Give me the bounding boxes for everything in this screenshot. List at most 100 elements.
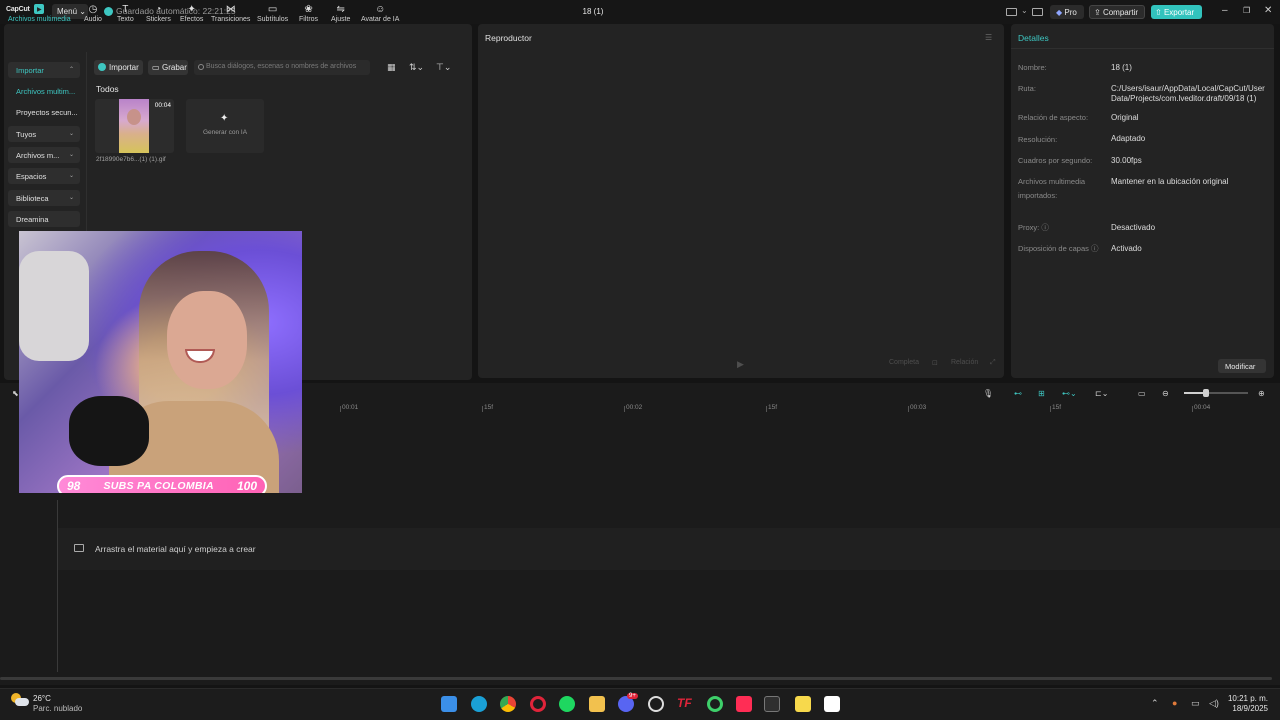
focus-icon[interactable]: ⊡: [932, 359, 938, 367]
sidebar-item-label: Importar: [16, 66, 44, 75]
preview-axis-icon[interactable]: ⊷⌄: [1062, 389, 1077, 398]
effects-icon: ✦: [187, 3, 196, 15]
link-icon[interactable]: ⊞: [1038, 389, 1045, 398]
epic-games-icon[interactable]: [764, 696, 780, 712]
capcut-taskbar-icon[interactable]: [824, 696, 840, 712]
sidebar-item-sub-projects[interactable]: Proyectos secun...: [8, 104, 80, 120]
generate-ai-label: Generar con IA: [202, 129, 248, 136]
chevron-down-icon[interactable]: ⌄: [1021, 6, 1028, 15]
timeline-scrollbar[interactable]: [0, 677, 1272, 680]
volume-icon[interactable]: ◁): [1209, 698, 1219, 709]
zoom-in-icon[interactable]: ⊕: [1258, 389, 1265, 398]
maximize-icon[interactable]: ❐: [1243, 6, 1250, 16]
obs-icon[interactable]: [648, 696, 664, 712]
file-explorer-icon[interactable]: [589, 696, 605, 712]
grid-view-icon[interactable]: ▦: [387, 62, 396, 73]
fullscreen-mode-button[interactable]: Completa: [889, 359, 919, 366]
tab-adjust[interactable]: ⇋ Ajuste: [331, 4, 350, 24]
timeline-start-marker: [57, 500, 58, 672]
avatar-icon: ☺: [375, 3, 386, 15]
sidebar-item-import[interactable]: Importar ⌃: [8, 62, 80, 78]
sticky-notes-icon[interactable]: [795, 696, 811, 712]
drop-hint: Arrastra el material aquí y empieza a cr…: [95, 544, 256, 554]
magnet-snap-icon[interactable]: ⊷: [1014, 389, 1022, 398]
import-label: Importar: [109, 63, 139, 72]
aspect-ratio-button[interactable]: Relación: [951, 359, 978, 366]
spotify-icon[interactable]: [559, 696, 575, 712]
sidebar-item-label: Dreamina: [16, 215, 49, 224]
zoom-slider-handle[interactable]: [1203, 389, 1209, 397]
info-icon[interactable]: ⓘ: [1091, 244, 1099, 253]
export-button[interactable]: ⇧ Exportar: [1151, 5, 1202, 19]
tf-app-icon[interactable]: TF: [677, 696, 693, 712]
subs-target: 100: [236, 479, 257, 493]
split-view-icon[interactable]: ⊏⌄: [1095, 389, 1108, 398]
microphone-tray-icon[interactable]: ●: [1172, 698, 1177, 708]
gaming-chair: [19, 251, 89, 361]
clip-preview-face: [127, 109, 141, 125]
close-icon[interactable]: ✕: [1264, 6, 1272, 16]
sparkle-icon: ✦: [220, 113, 229, 124]
weather-temperature: 26°C: [33, 694, 51, 703]
tab-subtitles[interactable]: ▭ Subtítulos: [257, 4, 288, 24]
detail-value: Mantener en la ubicación original: [1111, 177, 1229, 186]
menu-icon[interactable]: ☰: [985, 33, 992, 42]
camera-icon: ▭: [152, 63, 160, 72]
sidebar-item-label: Biblioteca: [16, 194, 49, 203]
import-button[interactable]: Importar: [94, 60, 143, 75]
plus-icon: [98, 63, 106, 71]
network-icon[interactable]: ▭: [1191, 698, 1200, 709]
zoom-out-icon[interactable]: ⊖: [1162, 389, 1169, 398]
subs-current: 98: [67, 479, 81, 493]
opera-icon[interactable]: [530, 696, 546, 712]
cursor-select-icon[interactable]: ⬉: [12, 389, 19, 398]
minimize-icon[interactable]: –: [1222, 6, 1228, 16]
sidebar-item-spaces[interactable]: Espacios ⌄: [8, 168, 80, 184]
tab-audio[interactable]: ◷ Audio: [84, 4, 102, 24]
modify-button[interactable]: Modificar: [1218, 359, 1266, 373]
search-input[interactable]: Busca diálogos, escenas o nombres de arc…: [194, 60, 370, 75]
sidebar-item-dreamina[interactable]: Dreamina: [8, 211, 80, 227]
tab-avatar[interactable]: ☺ Avatar de IA: [361, 3, 400, 24]
record-label: Grabar: [162, 63, 187, 72]
layout-icon[interactable]: [1006, 8, 1017, 16]
windows-start-icon[interactable]: [441, 696, 457, 712]
edge-icon[interactable]: [471, 696, 487, 712]
tiktok-icon[interactable]: [736, 696, 752, 712]
caption-icon[interactable]: ▭: [1138, 389, 1146, 398]
generate-ai-button[interactable]: ✦ Generar con IA: [186, 99, 264, 153]
detail-value: Adaptado: [1111, 134, 1146, 143]
xbox-icon[interactable]: [707, 696, 723, 712]
sidebar-item-yours[interactable]: Tuyos ⌄: [8, 126, 80, 142]
chevron-up-icon[interactable]: ⌃: [1151, 698, 1159, 709]
shortcuts-icon[interactable]: [1032, 8, 1043, 16]
chrome-icon[interactable]: [500, 696, 516, 712]
info-icon[interactable]: ⓘ: [1041, 223, 1049, 232]
sidebar-item-media-folder[interactable]: Archivos m... ⌄: [8, 147, 80, 163]
tab-label: Avatar de IA: [361, 16, 400, 23]
tab-transitions[interactable]: ⋈ Transiciones: [211, 4, 250, 24]
sidebar-item-media-files[interactable]: Archivos multim...: [8, 83, 80, 99]
weather-icon[interactable]: [11, 693, 29, 707]
microphone-icon[interactable]: 🎙: [983, 389, 993, 398]
share-button[interactable]: ⇪ Compartir: [1089, 5, 1145, 19]
tab-effects[interactable]: ✦ Efectos: [180, 3, 203, 24]
expand-icon[interactable]: ⤢: [990, 359, 996, 367]
ruler-tick: [908, 406, 909, 412]
record-button[interactable]: ▭ Grabar: [148, 60, 188, 75]
tab-media[interactable]: ▶ Archivos multimedia: [8, 4, 71, 23]
filter-icon[interactable]: ⊤⌄: [436, 62, 451, 73]
search-placeholder: Busca diálogos, escenas o nombres de arc…: [206, 63, 357, 70]
chevron-up-icon: ⌃: [68, 67, 74, 73]
search-icon: [198, 64, 204, 70]
tab-text[interactable]: T Texto: [117, 4, 134, 24]
pro-button[interactable]: ◆ Pro: [1050, 5, 1084, 19]
sort-icon[interactable]: ⇅⌄: [409, 62, 424, 73]
sidebar-item-library[interactable]: Biblioteca ⌄: [8, 190, 80, 206]
subs-goal-bar: 98 SUBS PA COLOMBIA 100: [57, 475, 267, 493]
tab-filters[interactable]: ❀ Filtros: [299, 4, 318, 24]
system-clock[interactable]: 10:21 p. m. 18/9/2025: [1226, 694, 1268, 714]
play-icon[interactable]: ▶: [737, 359, 744, 370]
media-clip-thumbnail[interactable]: 00:04: [95, 99, 174, 153]
tab-stickers[interactable]: ◔ Stickers: [146, 4, 171, 24]
